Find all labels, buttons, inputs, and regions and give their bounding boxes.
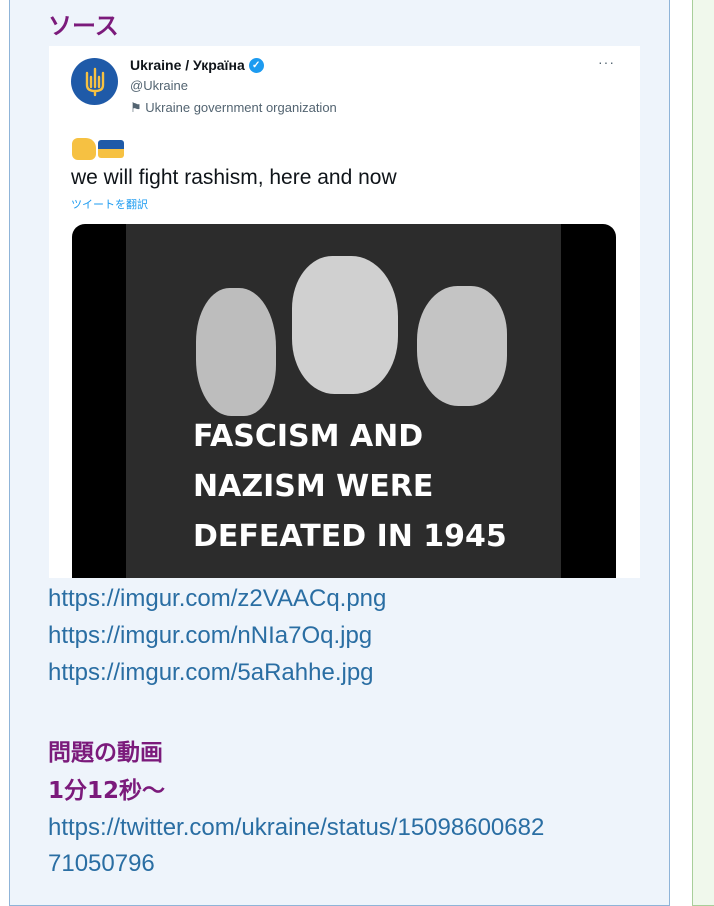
- twitter-status-link-line: 71050796: [48, 850, 155, 877]
- imgur-link[interactable]: https://imgur.com/nNIa7Oq.jpg: [48, 622, 372, 650]
- tweet-text: we will fight rashism, here and now: [71, 166, 397, 189]
- org-label-text: Ukraine government organization: [145, 100, 337, 115]
- portrait-left: [196, 288, 276, 416]
- source-heading: ソース: [48, 12, 119, 40]
- side-panel: [692, 0, 714, 906]
- media-image: FASCISM AND NAZISM WERE DEFEATED IN 1945: [126, 224, 561, 578]
- org-label: ⚑ Ukraine government organization: [130, 100, 337, 116]
- account-handle[interactable]: @Ukraine: [130, 78, 188, 93]
- image-caption-line: DEFEATED IN 1945: [193, 519, 507, 554]
- avatar[interactable]: [71, 58, 118, 105]
- imgur-link[interactable]: https://imgur.com/z2VAACq.png: [48, 585, 386, 613]
- imgur-link[interactable]: https://imgur.com/5aRahhe.jpg: [48, 659, 374, 687]
- trident-icon: [85, 67, 104, 96]
- tweet-embed[interactable]: Ukraine / Україна ✓ @Ukraine ⚑ Ukraine g…: [49, 46, 640, 578]
- image-caption-line: FASCISM AND: [193, 419, 424, 454]
- portrait-right: [417, 286, 507, 406]
- twitter-status-link-line: https://twitter.com/ukraine/status/15098…: [48, 814, 545, 841]
- account-name-text: Ukraine / Україна: [130, 57, 245, 73]
- twitter-status-link[interactable]: https://twitter.com/ukraine/status/15098…: [48, 814, 544, 878]
- raised-fist-icon: [72, 138, 96, 160]
- portrait-center: [292, 256, 398, 394]
- verified-badge-icon: ✓: [248, 57, 264, 73]
- more-options-icon[interactable]: ···: [598, 54, 615, 70]
- tweet-media[interactable]: FASCISM AND NAZISM WERE DEFEATED IN 1945: [72, 224, 616, 578]
- image-caption: FASCISM AND NAZISM WERE DEFEATED IN 1945: [193, 412, 507, 562]
- image-caption-line: NAZISM WERE: [193, 469, 434, 504]
- flag-icon: ⚑: [130, 100, 142, 115]
- timestamp-heading: 1分12秒〜: [48, 778, 166, 804]
- account-name[interactable]: Ukraine / Україна ✓: [130, 57, 264, 73]
- translate-tweet-link[interactable]: ツイートを翻訳: [71, 196, 148, 212]
- ukraine-flag-icon: [98, 140, 124, 158]
- video-heading: 問題の動画: [48, 740, 163, 766]
- emoji-row: [72, 138, 124, 160]
